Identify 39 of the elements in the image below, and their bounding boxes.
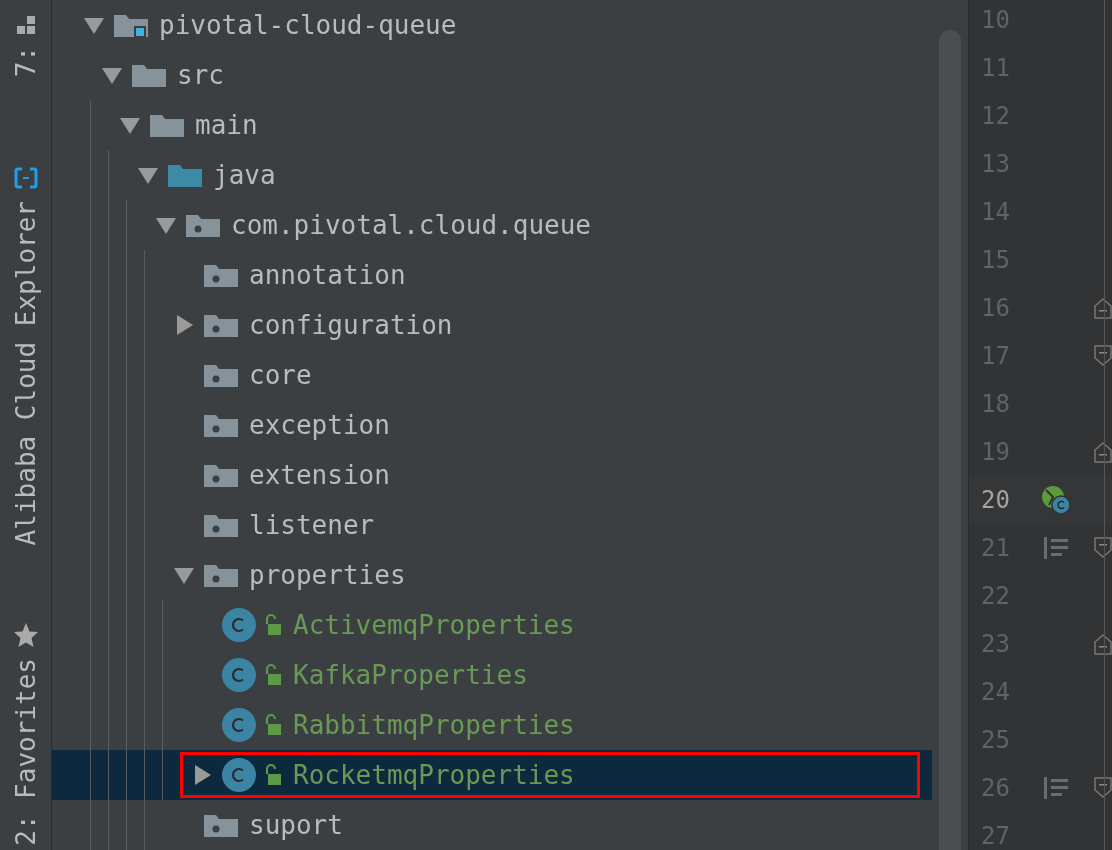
folder-name[interactable]: main	[195, 110, 258, 140]
lock-icon	[263, 663, 283, 687]
line-number: 20	[980, 486, 1011, 514]
folder-name[interactable]: core	[249, 360, 312, 390]
tool-window-button[interactable]: Alibaba Cloud Explorer	[0, 151, 51, 560]
folder-name[interactable]: configuration	[249, 310, 453, 340]
fold-marker-icon[interactable]	[1094, 632, 1112, 656]
folder-name[interactable]: src	[177, 60, 224, 90]
star-icon	[12, 622, 39, 649]
class-name[interactable]: KafkaProperties	[293, 660, 528, 690]
folder-name[interactable]: listener	[249, 510, 375, 540]
class-icon	[221, 657, 257, 693]
folder-name[interactable]: java	[213, 160, 276, 190]
fold-marker-icon[interactable]	[1094, 344, 1112, 368]
fold-marker-icon[interactable]	[1094, 536, 1112, 560]
tool-window-button[interactable]: 7:	[0, 0, 51, 92]
cloud-icon	[12, 165, 39, 192]
class-name[interactable]: RabbitmqProperties	[293, 710, 575, 740]
class-icon	[221, 607, 257, 643]
folder-name[interactable]: com.pivotal.cloud.queue	[231, 210, 592, 240]
class-icon	[221, 757, 257, 793]
folder-name[interactable]: suport	[249, 810, 343, 840]
structure-icon	[14, 14, 37, 36]
folder-name[interactable]: properties	[249, 560, 406, 590]
class-icon	[221, 707, 257, 743]
folder-name[interactable]: exception	[249, 410, 390, 440]
fold-marker-icon[interactable]	[1094, 296, 1112, 320]
selected-tree-row[interactable]: RocketmqProperties	[52, 750, 932, 800]
folder-name[interactable]: extension	[249, 460, 390, 490]
fold-marker-icon[interactable]	[1094, 440, 1112, 464]
class-name[interactable]: RocketmqProperties	[293, 760, 575, 790]
folder-name[interactable]: annotation	[249, 260, 406, 290]
lock-icon	[263, 763, 283, 787]
class-name[interactable]: ActivemqProperties	[293, 610, 575, 640]
lock-icon	[263, 713, 283, 737]
lock-icon	[263, 613, 283, 637]
fold-marker-icon[interactable]	[1094, 776, 1112, 800]
tool-window-button[interactable]: 2: Favorites	[0, 608, 51, 850]
folder-name[interactable]: pivotal-cloud-queue	[159, 10, 457, 40]
